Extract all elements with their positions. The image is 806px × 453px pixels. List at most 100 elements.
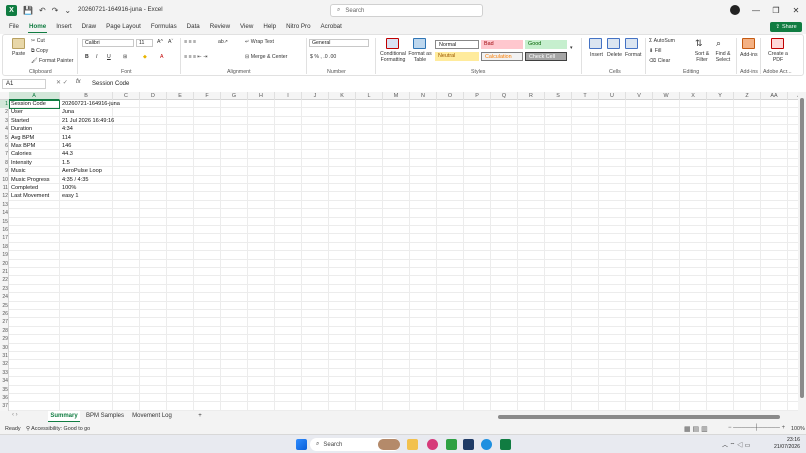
save-icon[interactable]: 💾 (23, 6, 33, 15)
row-header[interactable]: 13 (0, 201, 9, 209)
cell[interactable]: 1.5 (62, 159, 70, 167)
row-header[interactable]: 12 (0, 192, 9, 200)
column-header[interactable]: AA (761, 92, 788, 100)
row-header[interactable]: 31 (0, 352, 9, 360)
widgets-icon[interactable] (378, 439, 400, 450)
account-icon[interactable] (730, 5, 740, 15)
paste-icon[interactable] (12, 38, 25, 49)
cell[interactable]: Max BPM (11, 142, 35, 150)
row-header[interactable]: 27 (0, 318, 9, 326)
column-header[interactable]: V (626, 92, 653, 100)
chat-app-icon[interactable] (446, 439, 457, 450)
row-header[interactable]: 37 (0, 402, 9, 410)
redo-icon[interactable]: ↷ (52, 6, 59, 15)
tab-review[interactable]: Review (205, 20, 235, 34)
delete-button[interactable]: Delete (607, 52, 622, 58)
format-button[interactable]: Format (625, 52, 641, 58)
column-header[interactable]: B (60, 92, 113, 100)
sheet-tab-bpm-samples[interactable]: BPM Samples (84, 411, 126, 422)
column-header[interactable]: N (410, 92, 437, 100)
column-header[interactable]: I (275, 92, 302, 100)
accessibility-status[interactable]: ⚲ Accessibility: Good to go (26, 426, 90, 432)
tab-formulas[interactable]: Formulas (146, 20, 182, 34)
cell[interactable]: 4:34 (62, 125, 73, 133)
restore-button[interactable]: ❐ (766, 6, 786, 15)
find-select-button[interactable]: Find & Select (713, 51, 733, 63)
underline-button[interactable]: U (107, 54, 111, 60)
insert-function-icon[interactable]: fx (76, 79, 81, 85)
cell[interactable]: 20260721-164916-juna (62, 100, 120, 108)
minimize-button[interactable]: — (746, 6, 766, 15)
style-calculation[interactable]: Calculation (481, 52, 523, 61)
system-tray-icons[interactable]: ︿ ⌔ ◁ ▭ (722, 440, 750, 449)
row-header[interactable]: 21 (0, 268, 9, 276)
tab-page-layout[interactable]: Page Layout (101, 20, 146, 34)
file-explorer-icon[interactable] (407, 439, 418, 450)
row-header[interactable]: 22 (0, 276, 9, 284)
row-header[interactable]: 19 (0, 251, 9, 259)
zoom-slider[interactable]: − ─────┼───── + (728, 425, 785, 431)
add-ins-button[interactable]: Add-ins (740, 52, 758, 58)
column-header[interactable]: S (545, 92, 572, 100)
create-pdf-icon[interactable] (771, 38, 784, 49)
sheet-tab-movement-log[interactable]: Movement Log (130, 411, 174, 422)
row-header[interactable]: 20 (0, 260, 9, 268)
cell[interactable]: 146 (62, 142, 71, 150)
number-format-icons[interactable]: $ % , .0 .00 (310, 54, 336, 60)
align-top-icon[interactable]: ≡ ≡ ≡ (184, 39, 196, 45)
orientation-icon[interactable]: ab↗ (218, 39, 228, 45)
search-input[interactable]: ⌕ Search (330, 4, 483, 17)
column-header[interactable]: R (518, 92, 545, 100)
horizontal-scroll-thumb[interactable] (498, 415, 780, 419)
font-size-select[interactable]: 11 (136, 39, 153, 47)
grow-font-button[interactable]: A^ (157, 39, 163, 45)
autosum-button[interactable]: Σ AutoSum (649, 38, 675, 44)
row-header[interactable]: 15 (0, 218, 9, 226)
column-header[interactable]: X (680, 92, 707, 100)
row-header[interactable]: 3 (0, 117, 9, 125)
cell[interactable]: 114 (62, 134, 71, 142)
bold-button[interactable]: B (85, 54, 89, 60)
undo-icon[interactable]: ↶ (39, 6, 46, 15)
style-normal[interactable]: Normal (435, 40, 479, 49)
insert-cells-icon[interactable] (589, 38, 602, 49)
format-painter-button[interactable]: 🖌 Format Painter (31, 58, 73, 64)
cell[interactable]: Music Progress (11, 176, 50, 184)
share-button[interactable]: ⇪ Share (770, 22, 802, 32)
tab-insert[interactable]: Insert (51, 20, 76, 34)
row-header[interactable]: 9 (0, 167, 9, 175)
close-button[interactable]: ✕ (786, 6, 806, 15)
app-icon[interactable] (427, 439, 438, 450)
column-header[interactable]: J (302, 92, 329, 100)
create-pdf-button[interactable]: Create a PDF (767, 51, 789, 63)
tab-draw[interactable]: Draw (77, 20, 101, 34)
format-as-table-icon[interactable] (413, 38, 426, 49)
number-format-select[interactable]: General (309, 39, 369, 47)
view-mode-icons[interactable]: ▦ ▤ ▥ (684, 425, 708, 433)
wrap-text-button[interactable]: ↵ Wrap Text (245, 39, 274, 45)
format-cells-icon[interactable] (625, 38, 638, 49)
column-header[interactable]: K (329, 92, 356, 100)
fill-color-icon[interactable]: ◆ (143, 54, 147, 60)
tab-acrobat[interactable]: Acrobat (316, 20, 347, 34)
row-header[interactable]: 26 (0, 310, 9, 318)
insert-button[interactable]: Insert (590, 52, 603, 58)
align-left-icon[interactable]: ≡ ≡ ≡ ⇤ ⇥ (184, 54, 208, 60)
copy-button[interactable]: ⧉ Copy (31, 48, 48, 55)
column-header[interactable]: W (653, 92, 680, 100)
column-header[interactable]: AB (788, 92, 798, 100)
column-header[interactable]: P (464, 92, 491, 100)
column-header[interactable]: T (572, 92, 599, 100)
add-sheet-button[interactable]: + (195, 411, 205, 422)
cell[interactable]: 100% (62, 184, 76, 192)
excel-taskbar-icon[interactable] (500, 439, 511, 450)
row-header[interactable]: 17 (0, 234, 9, 242)
add-ins-icon[interactable] (742, 38, 755, 49)
column-header[interactable]: F (194, 92, 221, 100)
column-header[interactable]: Z (734, 92, 761, 100)
tab-data[interactable]: Data (182, 20, 205, 34)
row-header[interactable]: 34 (0, 377, 9, 385)
row-header[interactable]: 25 (0, 302, 9, 310)
cell[interactable]: Last Movement (11, 192, 49, 200)
sort-filter-button[interactable]: Sort & Filter (694, 51, 710, 63)
